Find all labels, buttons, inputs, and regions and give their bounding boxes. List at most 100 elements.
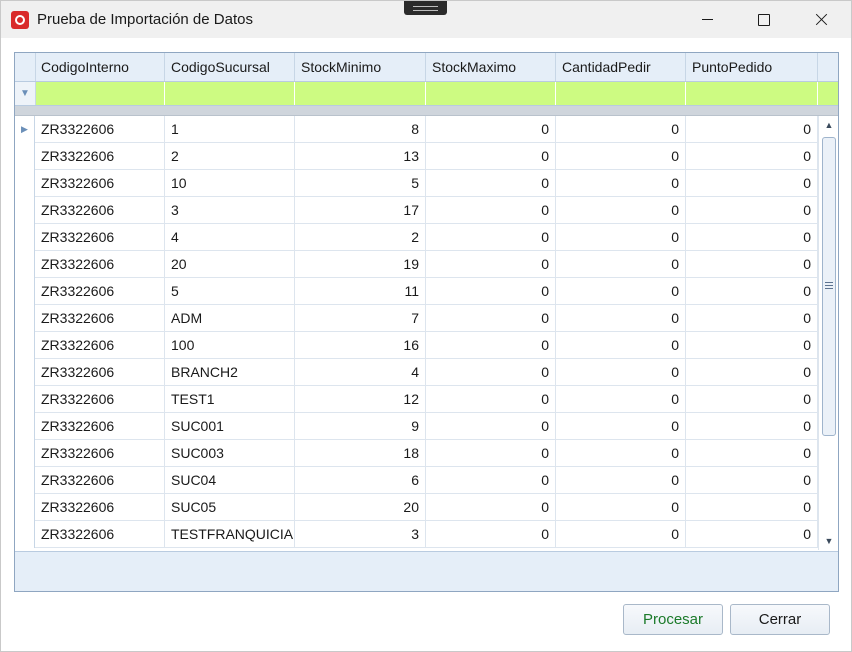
table-cell[interactable]: 0 xyxy=(556,521,686,547)
table-cell[interactable]: 0 xyxy=(686,224,818,250)
filter-cell-stockmaximo[interactable] xyxy=(426,82,556,105)
row-indicator-cell[interactable] xyxy=(15,494,35,521)
row-indicator-cell[interactable] xyxy=(15,197,35,224)
table-row[interactable]: ZR3322606 4 2 0 0 0 xyxy=(15,224,818,251)
table-cell[interactable]: 0 xyxy=(686,251,818,277)
table-cell[interactable]: 2 xyxy=(295,224,426,250)
table-cell[interactable]: ZR3322606 xyxy=(35,386,165,412)
table-cell[interactable]: 0 xyxy=(426,170,556,196)
row-indicator-cell[interactable] xyxy=(15,359,35,386)
table-row[interactable]: ZR3322606 10 5 0 0 0 xyxy=(15,170,818,197)
table-cell[interactable]: 0 xyxy=(556,332,686,358)
table-cell[interactable]: ZR3322606 xyxy=(35,494,165,520)
table-cell[interactable]: 5 xyxy=(295,170,426,196)
table-cell[interactable]: ZR3322606 xyxy=(35,305,165,331)
table-cell[interactable]: 0 xyxy=(556,440,686,466)
table-cell[interactable]: 0 xyxy=(556,197,686,223)
row-indicator-cell[interactable] xyxy=(15,332,35,359)
table-cell[interactable]: ZR3322606 xyxy=(35,278,165,304)
scrollbar-thumb[interactable] xyxy=(822,137,836,436)
maximize-button[interactable] xyxy=(734,1,794,38)
table-cell[interactable]: TEST1 xyxy=(165,386,295,412)
table-row[interactable]: ZR3322606 100 16 0 0 0 xyxy=(15,332,818,359)
row-indicator-cell[interactable] xyxy=(15,251,35,278)
table-cell[interactable]: 0 xyxy=(686,143,818,169)
table-cell[interactable]: 0 xyxy=(686,413,818,439)
filter-cell-puntopedido[interactable] xyxy=(686,82,818,105)
table-cell[interactable]: ZR3322606 xyxy=(35,440,165,466)
table-cell[interactable]: ZR3322606 xyxy=(35,332,165,358)
table-cell[interactable]: 4 xyxy=(165,224,295,250)
title-bar[interactable]: Prueba de Importación de Datos xyxy=(1,1,851,38)
table-cell[interactable]: 20 xyxy=(165,251,295,277)
filter-cell-codigointerno[interactable] xyxy=(35,82,165,105)
table-cell[interactable]: 0 xyxy=(426,143,556,169)
row-indicator-cell[interactable] xyxy=(15,467,35,494)
table-cell[interactable]: 0 xyxy=(426,494,556,520)
table-cell[interactable]: 0 xyxy=(426,440,556,466)
table-cell[interactable]: 0 xyxy=(686,197,818,223)
table-cell[interactable]: 9 xyxy=(295,413,426,439)
table-cell[interactable]: SUC001 xyxy=(165,413,295,439)
table-cell[interactable]: ADM xyxy=(165,305,295,331)
column-header-stockminimo[interactable]: StockMinimo xyxy=(295,53,426,81)
table-cell[interactable]: SUC05 xyxy=(165,494,295,520)
table-cell[interactable]: ZR3322606 xyxy=(35,251,165,277)
table-cell[interactable]: 0 xyxy=(686,494,818,520)
row-indicator-cell[interactable] xyxy=(15,440,35,467)
row-indicator-cell[interactable] xyxy=(15,278,35,305)
table-cell[interactable]: 5 xyxy=(165,278,295,304)
table-cell[interactable]: 0 xyxy=(686,278,818,304)
table-cell[interactable]: 0 xyxy=(426,197,556,223)
table-cell[interactable]: 0 xyxy=(686,305,818,331)
row-indicator-cell[interactable] xyxy=(15,305,35,332)
table-row[interactable]: ZR3322606 SUC05 20 0 0 0 xyxy=(15,494,818,521)
table-cell[interactable]: 4 xyxy=(295,359,426,385)
table-row[interactable]: ZR3322606 SUC001 9 0 0 0 xyxy=(15,413,818,440)
table-cell[interactable]: 0 xyxy=(686,332,818,358)
row-indicator-cell[interactable] xyxy=(15,143,35,170)
table-cell[interactable]: 0 xyxy=(556,305,686,331)
row-indicator-cell[interactable] xyxy=(15,521,35,548)
table-cell[interactable]: ZR3322606 xyxy=(35,521,165,547)
table-cell[interactable]: 0 xyxy=(686,116,818,142)
table-cell[interactable]: 0 xyxy=(426,386,556,412)
table-row[interactable]: ZR3322606 2 13 0 0 0 xyxy=(15,143,818,170)
table-cell[interactable]: ZR3322606 xyxy=(35,467,165,493)
scroll-up-arrow-icon[interactable]: ▲ xyxy=(819,116,838,134)
table-cell[interactable]: 0 xyxy=(556,116,686,142)
table-cell[interactable]: 0 xyxy=(426,359,556,385)
column-header-cantidadpedir[interactable]: CantidadPedir xyxy=(556,53,686,81)
table-cell[interactable]: 0 xyxy=(426,224,556,250)
table-row[interactable]: ZR3322606 TEST1 12 0 0 0 xyxy=(15,386,818,413)
table-cell[interactable]: 0 xyxy=(686,386,818,412)
table-cell[interactable]: 0 xyxy=(556,359,686,385)
table-cell[interactable]: 0 xyxy=(426,521,556,547)
table-cell[interactable]: 0 xyxy=(426,251,556,277)
table-cell[interactable]: 0 xyxy=(686,170,818,196)
table-row[interactable]: ZR3322606 20 19 0 0 0 xyxy=(15,251,818,278)
table-cell[interactable]: ZR3322606 xyxy=(35,197,165,223)
current-row-indicator-icon[interactable]: ▶ xyxy=(15,116,35,143)
table-cell[interactable]: 17 xyxy=(295,197,426,223)
table-row[interactable]: ZR3322606 3 17 0 0 0 xyxy=(15,197,818,224)
column-header-codigointerno[interactable]: CodigoInterno xyxy=(35,53,165,81)
procesar-button[interactable]: Procesar xyxy=(623,604,723,635)
table-cell[interactable]: 0 xyxy=(556,251,686,277)
table-cell[interactable]: 0 xyxy=(426,332,556,358)
table-cell[interactable]: 0 xyxy=(686,359,818,385)
table-cell[interactable]: 18 xyxy=(295,440,426,466)
filter-cell-cantidadpedir[interactable] xyxy=(556,82,686,105)
vertical-scrollbar[interactable]: ▲ ▼ xyxy=(818,116,838,550)
table-row[interactable]: ZR3322606 BRANCH2 4 0 0 0 xyxy=(15,359,818,386)
table-cell[interactable]: 0 xyxy=(556,143,686,169)
table-cell[interactable]: SUC003 xyxy=(165,440,295,466)
scroll-down-arrow-icon[interactable]: ▼ xyxy=(819,532,838,550)
table-cell[interactable]: 12 xyxy=(295,386,426,412)
table-cell[interactable]: 0 xyxy=(556,494,686,520)
table-cell[interactable]: 16 xyxy=(295,332,426,358)
drag-grip-handle[interactable] xyxy=(404,1,447,15)
column-header-puntopedido[interactable]: PuntoPedido xyxy=(686,53,818,81)
row-indicator-cell[interactable] xyxy=(15,386,35,413)
table-cell[interactable]: BRANCH2 xyxy=(165,359,295,385)
